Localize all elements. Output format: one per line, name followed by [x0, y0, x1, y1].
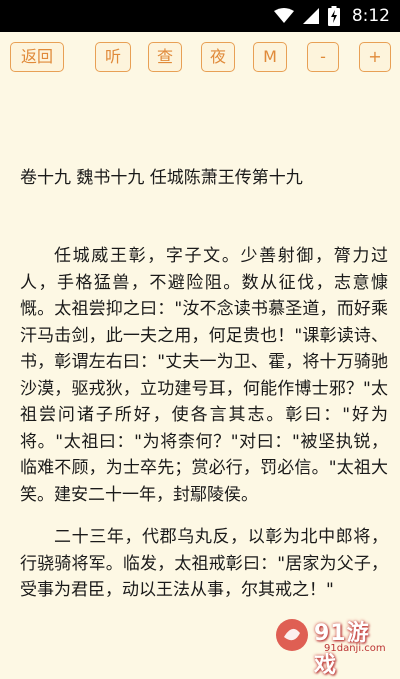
back-button[interactable]: 返回 [10, 42, 64, 72]
watermark-logo-icon [276, 619, 308, 651]
lookup-button[interactable]: 查 [148, 42, 182, 72]
menu-button[interactable]: M [253, 42, 287, 72]
status-time: 8:12 [351, 6, 390, 26]
paragraph-1: 任城威王彰，字子文。少善射御，膂力过人，手格猛兽，不避险阻。数从征伐，志意慷慨。… [20, 246, 388, 505]
chapter-title: 卷十九 魏书十九 任城陈萧王传第十九 [20, 168, 303, 188]
status-icons: 8:12 [273, 0, 390, 32]
reader-toolbar: 返回 听 查 夜 M - + [0, 32, 400, 84]
watermark-site: 91danji.com [324, 643, 386, 654]
watermark: 91游戏 91danji.com [272, 613, 392, 678]
paragraph-2: 二十三年，代郡乌丸反，以彰为北中郎将，行骁骑将军。临发，太祖戒彰曰："居家为父子… [20, 527, 388, 600]
night-mode-button[interactable]: 夜 [201, 42, 235, 72]
font-increase-button[interactable]: + [359, 42, 391, 72]
wifi-icon [273, 8, 294, 24]
status-bar: 8:12 [0, 0, 400, 32]
font-decrease-button[interactable]: - [307, 42, 339, 72]
battery-icon [327, 6, 340, 26]
reading-content[interactable]: 卷十九 魏书十九 任城陈萧王传第十九 任城威王彰，字子文。少善射御，膂力过人，手… [20, 165, 388, 620]
listen-button[interactable]: 听 [95, 42, 131, 72]
signal-icon [302, 7, 320, 25]
